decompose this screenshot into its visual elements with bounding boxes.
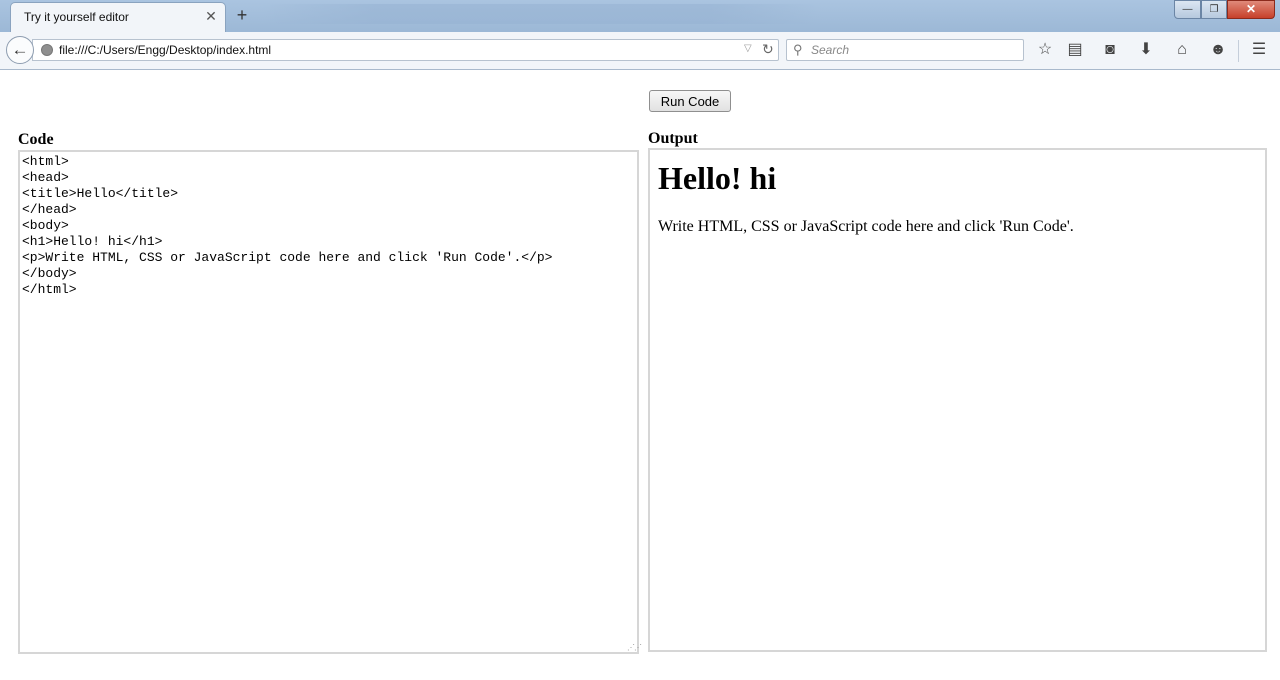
window-controls: — ❐ ✕ (1174, 0, 1278, 20)
background-tabs (262, 4, 822, 24)
run-code-button[interactable]: Run Code (649, 90, 731, 112)
home-icon[interactable]: ⌂ (1171, 40, 1193, 60)
star-icon[interactable]: ☆ (1034, 40, 1056, 60)
title-bar: Try it yourself editor ✕ + — ❐ ✕ (0, 0, 1280, 32)
output-paragraph: Write HTML, CSS or JavaScript code here … (658, 218, 1074, 235)
maximize-button[interactable]: ❐ (1201, 0, 1227, 19)
minimize-button[interactable]: — (1174, 0, 1201, 19)
search-icon: ⚲ (793, 42, 803, 57)
resize-grip-icon[interactable]: ⋰⋰ (627, 643, 642, 652)
url-dropdown-icon[interactable]: ▽ (744, 43, 752, 54)
close-tab-icon[interactable]: ✕ (204, 8, 218, 24)
close-window-button[interactable]: ✕ (1227, 0, 1275, 19)
reading-list-icon[interactable]: ▤ (1064, 40, 1086, 60)
chat-icon[interactable]: ☻ (1207, 40, 1229, 60)
globe-icon (41, 44, 53, 56)
url-text[interactable]: file:///C:/Users/Engg/Desktop/index.html (59, 43, 271, 57)
code-editor[interactable]: <html> <head> <title>Hello</title> </hea… (18, 150, 639, 654)
output-frame: Hello! hi Write HTML, CSS or JavaScript … (648, 148, 1267, 652)
new-tab-button[interactable]: + (233, 5, 251, 25)
download-icon[interactable]: ⬇ (1135, 40, 1157, 60)
code-label: Code (18, 131, 54, 148)
toolbar-separator (1238, 40, 1239, 62)
tab-active[interactable]: Try it yourself editor ✕ (10, 2, 226, 32)
url-bar[interactable]: file:///C:/Users/Engg/Desktop/index.html… (32, 39, 779, 61)
tab-title: Try it yourself editor (24, 10, 129, 24)
reload-icon[interactable]: ↻ (762, 41, 774, 58)
search-input[interactable] (811, 42, 1011, 58)
back-button[interactable]: ← (6, 36, 34, 64)
pocket-icon[interactable]: ◙ (1099, 40, 1121, 60)
output-heading: Hello! hi (658, 160, 777, 196)
menu-icon[interactable]: ☰ (1248, 40, 1270, 60)
output-label: Output (648, 130, 698, 147)
search-bar[interactable]: ⚲ (786, 39, 1024, 61)
navigation-bar: file:///C:/Users/Engg/Desktop/index.html… (0, 32, 1280, 70)
arrow-left-icon: ← (11, 40, 29, 59)
